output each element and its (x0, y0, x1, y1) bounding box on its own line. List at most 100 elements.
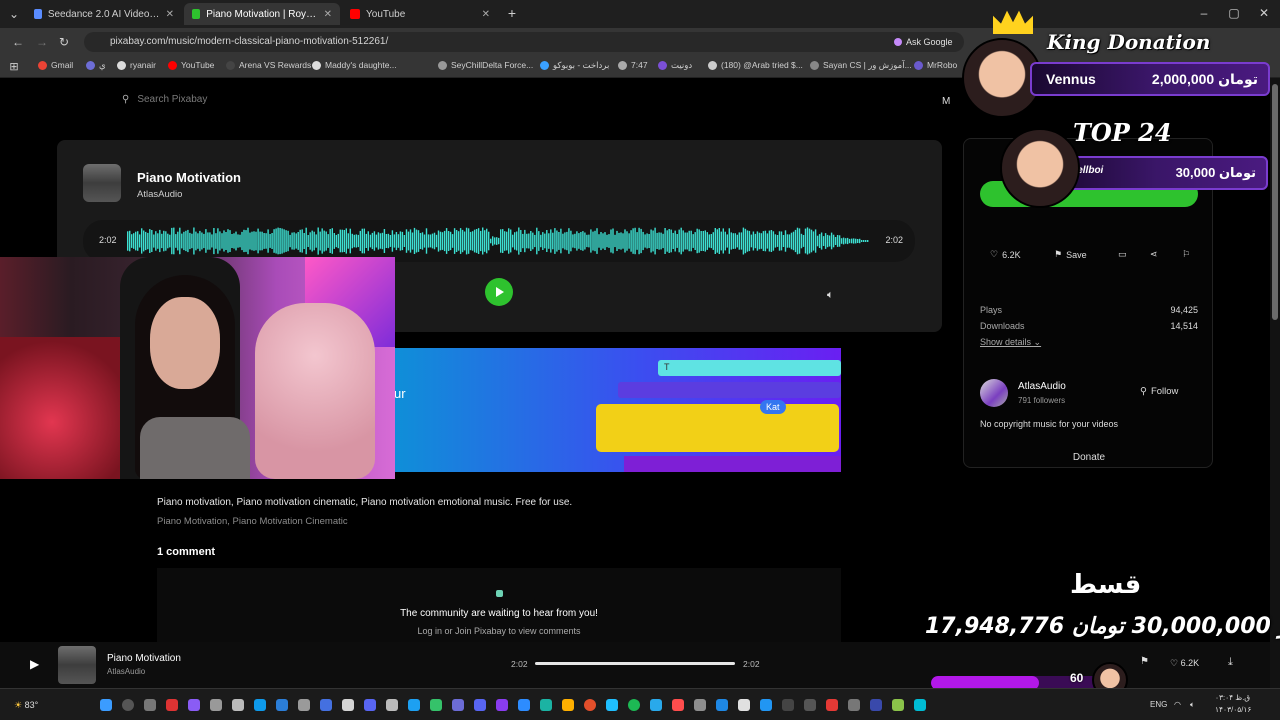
bookmark-youtube[interactable]: YouTube (168, 60, 214, 70)
app-icon[interactable] (804, 699, 816, 711)
app-icon[interactable] (386, 699, 398, 711)
bottom-play-icon[interactable]: ▶ (30, 657, 39, 671)
app-icon[interactable] (232, 699, 244, 711)
play-button[interactable] (485, 278, 513, 306)
language-indicator[interactable]: ENG (1150, 700, 1167, 709)
app-icon[interactable] (496, 699, 508, 711)
bookmark-sayan[interactable]: Sayan CS | آموزش ور... (810, 60, 912, 71)
windows-start-icon[interactable] (100, 699, 112, 711)
bottom-progress-bar[interactable] (535, 662, 735, 665)
app-icon[interactable] (474, 699, 486, 711)
bottom-track-artist[interactable]: AtlasAudio (107, 667, 145, 676)
app-icon[interactable] (892, 699, 904, 711)
bookmark-arab[interactable]: (180) @Arab tried $... (708, 60, 803, 70)
volume-icon[interactable]: 🔈︎ (1190, 700, 1195, 710)
back-icon[interactable]: ← (10, 34, 26, 50)
app-icon[interactable] (562, 699, 574, 711)
comments-login-link[interactable]: Log in or Join Pixabay to view comments (157, 626, 841, 636)
app-icon[interactable] (298, 699, 310, 711)
waveform-graphic[interactable] (127, 224, 869, 258)
menu-label[interactable]: M (942, 96, 950, 107)
app-icon[interactable] (518, 699, 530, 711)
bookmark-maddy[interactable]: Maddy's daughte... (312, 60, 397, 70)
scrollbar-thumb[interactable] (1272, 84, 1278, 320)
app-icon[interactable] (452, 699, 464, 711)
bottom-bookmark-icon[interactable]: ⚑ (1140, 656, 1149, 667)
bookmark-time[interactable]: 7:47 (618, 60, 648, 70)
app-icon[interactable] (914, 699, 926, 711)
wifi-icon[interactable]: ◠ (1174, 700, 1181, 709)
tab-seedance[interactable]: Seedance 2.0 AI Video Generati ✕ (26, 3, 182, 25)
app-icon[interactable] (738, 699, 750, 711)
share-button[interactable]: ⋖ (1150, 249, 1158, 260)
url-input[interactable]: pixabay.com/music/modern-classical-piano… (84, 32, 964, 52)
search-input[interactable]: Search Pixabay (137, 94, 207, 105)
bottom-download-icon[interactable]: ⤓ (1228, 656, 1233, 669)
weather-widget[interactable]: ☀ 83° (14, 700, 38, 711)
bookmark-seychill[interactable]: SeyChillDelta Force... (438, 60, 533, 70)
spotify-icon[interactable] (628, 699, 640, 711)
app-icon[interactable] (210, 699, 222, 711)
close-icon[interactable]: ✕ (324, 9, 332, 20)
save-button[interactable]: ⚑ Save (1054, 249, 1087, 260)
track-tags[interactable]: Piano Motivation, Piano Motivation Cinem… (157, 516, 348, 527)
ad-banner[interactable]: ur T Kat (394, 348, 841, 472)
app-icon[interactable] (606, 699, 618, 711)
close-window-icon[interactable]: ✕ (1256, 5, 1272, 21)
app-icon[interactable] (826, 699, 838, 711)
show-details-link[interactable]: Show details ⌄ (980, 337, 1041, 348)
search-icon[interactable] (122, 699, 134, 711)
app-icon[interactable] (540, 699, 552, 711)
app-icon[interactable] (408, 699, 420, 711)
clock-date[interactable]: ۱۴۰۳/۰۵/۱۶ (1215, 705, 1251, 714)
tab-youtube[interactable]: YouTube ✕ (342, 3, 498, 25)
waveform-bar[interactable]: 2:02 2:02 (83, 220, 915, 262)
maximize-icon[interactable]: ▢ (1226, 5, 1242, 21)
app-icon[interactable] (276, 699, 288, 711)
page-scrollbar[interactable] (1270, 78, 1280, 688)
bookmark-payment[interactable]: برداخت - بوبوكو (540, 60, 609, 71)
discord-icon[interactable] (364, 699, 376, 711)
taskview-icon[interactable] (144, 699, 156, 711)
volume-icon[interactable]: 🔈︎ (827, 289, 834, 302)
app-icon[interactable] (716, 699, 728, 711)
follow-button[interactable]: ⚲ Follow (1140, 386, 1178, 397)
app-icon[interactable] (694, 699, 706, 711)
app-icon[interactable] (320, 699, 332, 711)
chrome-icon[interactable] (584, 699, 596, 711)
track-artist-link[interactable]: AtlasAudio (137, 189, 182, 200)
forward-icon[interactable]: → (34, 34, 50, 50)
bookmark-gmail[interactable]: Gmail (38, 60, 73, 70)
bookmark-donate[interactable]: دونيت (658, 60, 692, 71)
bookmark-arena[interactable]: Arena VS Rewards (226, 60, 311, 70)
search-bar[interactable]: ⚲ Search Pixabay (122, 94, 207, 105)
apps-icon[interactable]: ⊞ (6, 59, 22, 75)
app-icon[interactable] (342, 699, 354, 711)
bookmark-item[interactable]: ي (86, 60, 106, 71)
ask-google-button[interactable]: Ask Google (886, 33, 961, 51)
donate-button[interactable]: Donate (964, 452, 1214, 463)
artist-avatar[interactable] (980, 379, 1008, 407)
report-button[interactable]: ⚐ (1182, 249, 1190, 260)
app-icon[interactable] (760, 699, 772, 711)
minimize-icon[interactable]: – (1196, 5, 1212, 21)
comment-button[interactable]: ▭ (1118, 249, 1127, 260)
app-icon[interactable] (254, 699, 266, 711)
telegram-icon[interactable] (650, 699, 662, 711)
reload-icon[interactable]: ↻ (56, 34, 72, 50)
bookmark-ryanair[interactable]: ryanair (117, 60, 156, 70)
clock-time[interactable]: ق.ظ ۰۳:۰۴ (1215, 693, 1250, 702)
app-icon[interactable] (166, 699, 178, 711)
app-icon[interactable] (430, 699, 442, 711)
tab-pixabay[interactable]: Piano Motivation | Royalty-free ✕ (184, 3, 340, 25)
close-icon[interactable]: ✕ (166, 9, 174, 20)
bottom-like-button[interactable]: ♡ 6.2K (1170, 658, 1199, 669)
app-icon[interactable] (848, 699, 860, 711)
tab-search-chevron-icon[interactable]: ⌄ (6, 6, 22, 22)
app-icon[interactable] (870, 699, 882, 711)
app-icon[interactable] (672, 699, 684, 711)
like-button[interactable]: ♡ 6.2K (990, 249, 1021, 260)
close-icon[interactable]: ✕ (482, 9, 490, 20)
app-icon[interactable] (188, 699, 200, 711)
new-tab-icon[interactable]: + (504, 5, 520, 21)
